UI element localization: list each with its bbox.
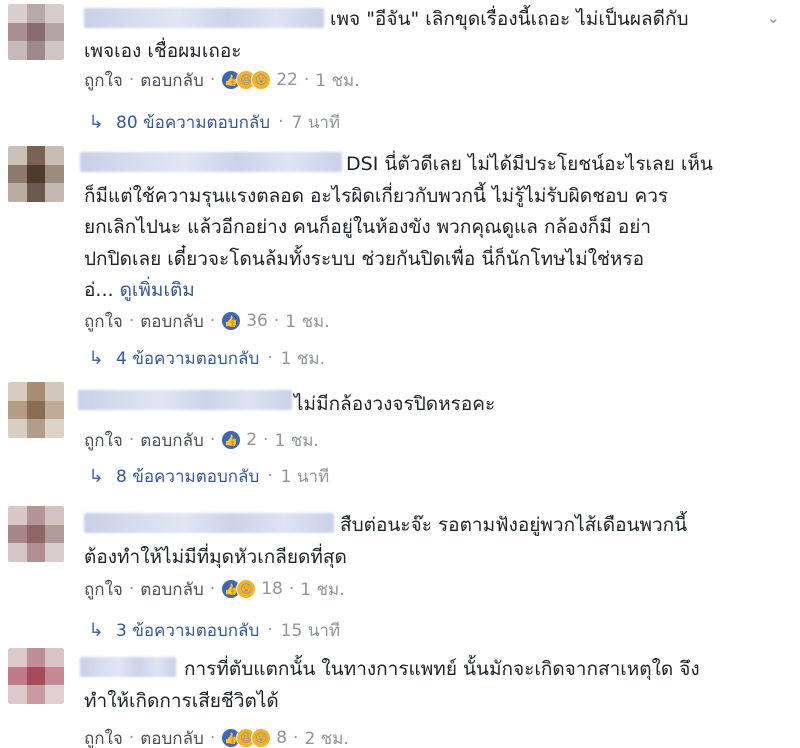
comment-actions: ถูกใจ · ตอบกลับ · 👍 36 · 1 ชม. bbox=[84, 309, 330, 333]
reply-time: 15 นาที bbox=[280, 620, 341, 641]
comment-actions: ถูกใจ · ตอบกลับ · 👍 😆 😮 22 · 1 ชม. bbox=[84, 68, 360, 92]
see-more-link[interactable]: ดูเพิ่มเติม bbox=[120, 279, 195, 301]
reply-time: 1 ชม. bbox=[280, 348, 326, 369]
comment-text: สืบต่อนะจ๊ะ รอตามฟังอยู่พวกไส้เดือนพวกนี… bbox=[84, 514, 688, 568]
wow-reaction-icon: 😮 bbox=[251, 728, 272, 748]
comment-time[interactable]: 1 ชม. bbox=[285, 308, 329, 335]
replies-link[interactable]: ↳ 3 ข้อความตอบกลับ · 15 นาที bbox=[84, 618, 340, 642]
replies-link[interactable]: ↳ 80 ข้อความตอบกลับ · 7 นาที bbox=[84, 110, 340, 134]
avatar[interactable] bbox=[8, 4, 64, 60]
replies-link[interactable]: ↳ 8 ข้อความตอบกลับ · 1 นาที bbox=[84, 464, 329, 488]
separator: · bbox=[293, 728, 299, 748]
separator: · bbox=[128, 728, 135, 748]
reply-link[interactable]: ตอบกลับ bbox=[140, 576, 204, 603]
separator: · bbox=[128, 430, 135, 450]
reaction-summary[interactable]: 👍 😆 😮 22 bbox=[221, 70, 298, 90]
avatar[interactable] bbox=[8, 146, 64, 202]
comment-time[interactable]: 1 ชม. bbox=[315, 67, 359, 94]
comment-actions: ถูกใจ · ตอบกลับ · 👍 😆 😮 8 · 2 ชม. bbox=[84, 726, 349, 748]
comment-text: DSI นี่ตัวดีเลย ไม่ได้มีประโยชน์อะไรเลย … bbox=[84, 153, 713, 301]
wow-reaction-icon: 😮 bbox=[251, 70, 272, 90]
separator: · bbox=[267, 466, 273, 486]
reaction-count: 2 bbox=[246, 430, 258, 450]
like-link[interactable]: ถูกใจ bbox=[84, 576, 123, 603]
replies-link[interactable]: ↳ 4 ข้อความตอบกลับ · 1 ชม. bbox=[84, 346, 325, 370]
replies-count[interactable]: 80 ข้อความตอบกลับ bbox=[116, 109, 270, 136]
reaction-count: 8 bbox=[276, 728, 288, 748]
reaction-summary[interactable]: 👍 😆 😮 8 bbox=[221, 728, 287, 748]
reply-arrow-icon: ↳ bbox=[88, 465, 104, 487]
separator: · bbox=[128, 579, 135, 599]
comment-text: เพจ "อีจัน" เลิกขุดเรื่องนี้เถอะ ไม่เป็น… bbox=[84, 8, 689, 62]
separator: · bbox=[303, 70, 310, 90]
reaction-count: 18 bbox=[261, 579, 283, 599]
separator: · bbox=[273, 311, 280, 331]
reply-time: 1 นาที bbox=[280, 466, 330, 487]
reaction-count: 22 bbox=[276, 70, 298, 90]
reply-time: 7 นาที bbox=[291, 112, 341, 133]
separator: · bbox=[209, 430, 216, 450]
comment-time[interactable]: 1 ชม. bbox=[274, 427, 318, 454]
separator: · bbox=[209, 579, 216, 599]
comment-actions: ถูกใจ · ตอบกลับ · 👍 2 · 1 ชม. bbox=[84, 428, 319, 452]
separator: · bbox=[128, 311, 135, 331]
reply-arrow-icon: ↳ bbox=[88, 347, 104, 369]
separator: · bbox=[288, 579, 295, 599]
avatar[interactable] bbox=[8, 382, 64, 438]
comment-actions: ถูกใจ · ตอบกลับ · 👍 😮 18 · 1 ชม. bbox=[84, 577, 345, 601]
commenter-name[interactable] bbox=[78, 390, 292, 410]
comment-time[interactable]: 1 ชม. bbox=[300, 576, 344, 603]
reply-arrow-icon: ↳ bbox=[88, 619, 104, 641]
avatar[interactable] bbox=[8, 648, 64, 704]
separator: · bbox=[128, 70, 135, 90]
separator: · bbox=[278, 112, 284, 132]
separator: · bbox=[209, 728, 216, 748]
like-reaction-icon: 👍 bbox=[221, 311, 242, 331]
replies-count[interactable]: 8 ข้อความตอบกลับ bbox=[116, 463, 259, 490]
comment-time[interactable]: 2 ชม. bbox=[304, 725, 348, 748]
reaction-summary[interactable]: 👍 36 bbox=[221, 311, 268, 331]
replies-count[interactable]: 4 ข้อความตอบกลับ bbox=[116, 345, 259, 372]
reaction-count: 36 bbox=[246, 311, 268, 331]
comment-text: การที่ตับแตกนั้น ในทางการแพทย์ นั้นมักจะ… bbox=[84, 658, 700, 712]
avatar[interactable] bbox=[8, 506, 64, 562]
separator: · bbox=[267, 348, 273, 368]
reply-link[interactable]: ตอบกลับ bbox=[140, 67, 204, 94]
reaction-summary[interactable]: 👍 😮 18 bbox=[221, 579, 283, 599]
reply-link[interactable]: ตอบกลับ bbox=[140, 427, 204, 454]
like-link[interactable]: ถูกใจ bbox=[84, 725, 123, 748]
reply-arrow-icon: ↳ bbox=[88, 111, 104, 133]
like-link[interactable]: ถูกใจ bbox=[84, 308, 123, 335]
separator: · bbox=[209, 70, 216, 90]
reaction-summary[interactable]: 👍 2 bbox=[221, 430, 257, 450]
comment-text: ไม่มีกล้องวงจรปิดหรอคะ bbox=[294, 393, 496, 415]
reply-link[interactable]: ตอบกลับ bbox=[140, 308, 204, 335]
wow-reaction-icon: 😮 bbox=[236, 579, 257, 599]
replies-count[interactable]: 3 ข้อความตอบกลับ bbox=[116, 617, 259, 644]
like-link[interactable]: ถูกใจ bbox=[84, 67, 123, 94]
separator: · bbox=[267, 620, 273, 640]
like-reaction-icon: 👍 bbox=[221, 430, 242, 450]
separator: · bbox=[209, 311, 216, 331]
like-link[interactable]: ถูกใจ bbox=[84, 427, 123, 454]
chevron-down-icon[interactable]: ⌄ bbox=[767, 8, 780, 27]
reply-link[interactable]: ตอบกลับ bbox=[140, 725, 204, 748]
separator: · bbox=[263, 430, 269, 450]
